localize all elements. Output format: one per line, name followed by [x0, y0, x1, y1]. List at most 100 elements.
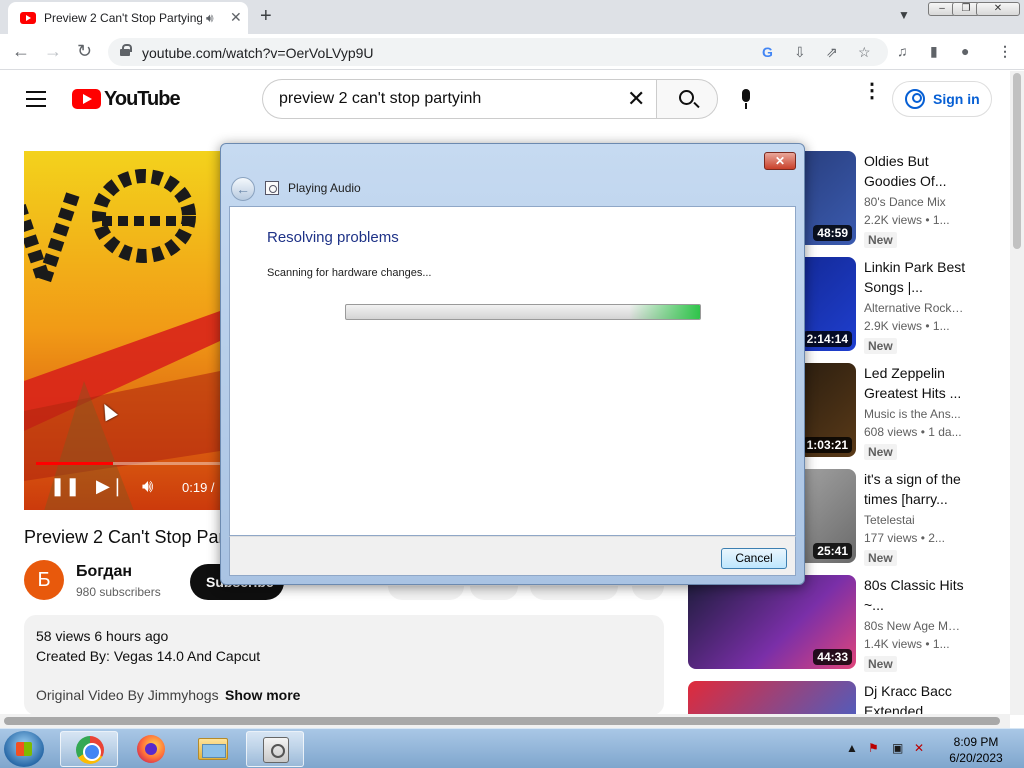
action-center-icon[interactable]: ⚑ — [868, 741, 879, 755]
address-bar[interactable]: youtube.com/watch?v=OerVoLVyp9U G ⇩ ⇗ ☆ — [108, 38, 888, 66]
show-more-link[interactable]: Show more — [225, 687, 300, 703]
new-badge: New — [864, 338, 897, 354]
profile-icon[interactable]: ● — [961, 43, 969, 59]
chrome-icon — [76, 736, 104, 764]
recommendation-title[interactable]: Linkin Park Best Songs |... — [864, 257, 970, 297]
recommendation-title[interactable]: Led Zeppelin Greatest Hits ... — [864, 363, 970, 403]
recommendation-item[interactable]: 44:33 80s Classic Hits ~... 80s New Age … — [688, 575, 978, 675]
tab-title: Preview 2 Can't Stop Partying — [44, 11, 202, 25]
troubleshooter-dialog: ✕ ← Playing Audio Resolving problems Sca… — [220, 143, 805, 585]
taskbar-explorer-button[interactable] — [184, 731, 242, 767]
duration-badge: 2:14:14 — [802, 331, 852, 347]
sign-in-button[interactable]: Sign in — [892, 81, 992, 117]
settings-kebab-icon[interactable]: ⋮ — [862, 81, 882, 101]
more-actions-button[interactable] — [632, 586, 664, 600]
media-controls-icon[interactable]: ♫ — [897, 43, 908, 59]
youtube-play-logo-icon — [72, 89, 101, 109]
clear-search-icon[interactable]: ✕ — [627, 86, 645, 112]
like-button[interactable] — [388, 586, 464, 600]
channel-name[interactable]: Богдан — [76, 563, 132, 581]
recommendation-meta: 1.4K views • 1... — [864, 637, 950, 651]
search-input[interactable]: preview 2 can't stop partyinh ✕ — [262, 79, 656, 119]
recommendation-title[interactable]: Dj Kracc Bacc Extended — [864, 681, 970, 714]
new-tab-button[interactable]: + — [260, 5, 272, 28]
tab-close-icon[interactable]: ✕ — [230, 9, 242, 26]
new-badge: New — [864, 656, 897, 672]
sign-in-label: Sign in — [933, 91, 980, 107]
dialog-footer: Cancel — [229, 536, 796, 576]
dialog-close-button[interactable]: ✕ — [764, 152, 796, 170]
chrome-menu-icon[interactable]: ⋮ — [998, 43, 1012, 60]
video-player[interactable]: ❚❚ ▶❘ 🔊︎ 0:19 / — [24, 151, 220, 510]
browser-toolbar: ← → ↻ youtube.com/watch?v=OerVoLVyp9U G … — [0, 34, 1024, 70]
microphone-icon[interactable] — [740, 89, 752, 109]
vertical-scrollbar[interactable] — [1010, 71, 1024, 715]
recommendation-channel[interactable]: Tetelestai — [864, 513, 964, 527]
firefox-icon — [137, 735, 165, 763]
search-button[interactable] — [656, 79, 718, 119]
tab-search-chevron-icon[interactable]: ▼ — [898, 8, 910, 22]
troubleshooter-icon — [263, 737, 289, 763]
recommendation-title[interactable]: 80s Classic Hits ~... — [864, 575, 970, 615]
forward-arrow-icon[interactable]: → — [44, 41, 62, 62]
taskbar: ▲ ⚑ ▣ ✕ 8:09 PM 6/20/2023 — [0, 728, 1024, 768]
channel-avatar[interactable]: Б — [24, 560, 64, 600]
progress-fill — [36, 462, 114, 465]
side-panel-icon[interactable]: ▮ — [930, 43, 938, 60]
network-icon[interactable]: ▣ — [892, 741, 903, 755]
recommendation-meta: 608 views • 1 da... — [864, 425, 962, 439]
google-lens-icon[interactable]: G — [762, 44, 773, 60]
taskbar-chrome-button[interactable] — [60, 731, 118, 767]
volume-muted-icon[interactable]: ✕ — [914, 741, 924, 755]
next-icon[interactable]: ▶❘ — [96, 476, 125, 497]
recommendation-meta: 2.2K views • 1... — [864, 213, 950, 227]
recommendation-channel[interactable]: 80s New Age Mu... — [864, 619, 964, 633]
recommendation-title[interactable]: it's a sign of the times [harry... — [864, 469, 970, 509]
start-button[interactable] — [4, 731, 44, 767]
description-line-2: Original Video By Jimmyhogs — [36, 687, 219, 703]
share-icon[interactable]: ⇗ — [826, 44, 838, 61]
back-arrow-icon[interactable]: ← — [231, 177, 255, 201]
time-display: 0:19 / — [182, 480, 215, 495]
window-close-button[interactable]: ✕ — [976, 2, 1020, 16]
recommendation-channel[interactable]: Alternative Rock ... — [864, 301, 964, 315]
recommendation-title[interactable]: Oldies But Goodies Of... — [864, 151, 970, 191]
duration-badge: 25:41 — [813, 543, 852, 559]
url-text[interactable]: youtube.com/watch?v=OerVoLVyp9U — [142, 45, 374, 61]
install-icon[interactable]: ⇩ — [794, 44, 806, 61]
recommendation-channel[interactable]: 80's Dance Mix — [864, 195, 964, 209]
speaker-icon[interactable]: 🔊︎ — [206, 11, 214, 26]
show-hidden-icons-icon[interactable]: ▲ — [846, 741, 858, 755]
new-badge: New — [864, 550, 897, 566]
clock-date: 6/20/2023 — [949, 751, 1003, 765]
troubleshooter-icon — [265, 181, 279, 195]
menu-icon[interactable] — [26, 91, 46, 107]
volume-icon[interactable]: 🔊︎ — [142, 476, 153, 497]
scrollbar-thumb[interactable] — [1013, 73, 1021, 249]
recommendation-item[interactable]: Dj Kracc Bacc Extended — [688, 681, 978, 714]
description-box[interactable]: 58 views 6 hours ago Created By: Vegas 1… — [24, 615, 664, 715]
lock-icon[interactable] — [120, 44, 132, 56]
taskbar-clock[interactable]: 8:09 PM 6/20/2023 — [940, 734, 1012, 766]
scan-progress-bar — [345, 304, 701, 320]
reload-icon[interactable]: ↻ — [77, 41, 92, 62]
dislike-button[interactable] — [470, 586, 518, 600]
cancel-button[interactable]: Cancel — [721, 548, 787, 569]
search-query[interactable]: preview 2 can't stop partyinh — [279, 90, 481, 108]
back-arrow-icon[interactable]: ← — [12, 41, 30, 62]
horizontal-scrollbar[interactable] — [0, 714, 1010, 728]
recommendation-meta: 177 views • 2... — [864, 531, 945, 545]
scrollbar-thumb[interactable] — [4, 717, 1000, 725]
pause-icon[interactable]: ❚❚ — [50, 476, 80, 497]
share-button[interactable] — [530, 586, 618, 600]
progress-bar[interactable] — [36, 462, 220, 465]
taskbar-firefox-button[interactable] — [122, 731, 180, 767]
youtube-header: YouTube preview 2 can't stop partyinh ✕ … — [0, 71, 1010, 127]
dialog-status: Scanning for hardware changes... — [267, 267, 432, 279]
browser-tab[interactable]: Preview 2 Can't Stop Partying 🔊︎ ✕ — [8, 2, 248, 34]
taskbar-troubleshooter-button[interactable] — [246, 731, 304, 767]
recommendation-channel[interactable]: Music is the Ans... — [864, 407, 964, 421]
thumbnail[interactable] — [688, 681, 856, 714]
thumbnail[interactable]: 44:33 — [688, 575, 856, 669]
bookmark-star-icon[interactable]: ☆ — [858, 44, 871, 61]
